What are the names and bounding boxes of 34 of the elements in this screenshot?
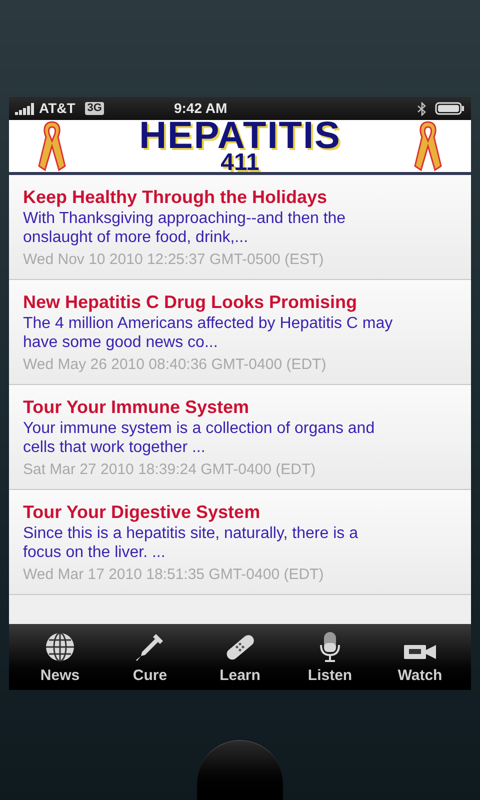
tab-button[interactable]: Watch	[380, 627, 460, 687]
tab-button[interactable]: Cure	[110, 627, 190, 687]
article-summary: The 4 million Americans affected by Hepatitis C may have some good news co...	[23, 314, 393, 352]
article-item[interactable]: New Hepatitis C Drug Looks Promising The 4 million Americans affected by Hepatitis C may have some good news co... Wed May 26 2010 08:40:36 GMT-0400 (EDT)	[9, 280, 471, 385]
signal-icon	[15, 102, 37, 114]
home-button[interactable]	[197, 740, 283, 800]
article-item[interactable]: Keep Healthy Through the Holidays With Thanksgiving approaching--and then the onslaught of more food, drink,... Wed Nov 10 2010 12:25:37 GMT-0500 (EST)	[9, 175, 471, 280]
article-date: Wed Nov 10 2010 12:25:37 GMT-0500 (EST)	[23, 250, 325, 270]
tab-button[interactable]: News	[20, 627, 100, 687]
article-title: Tour Your Immune System	[23, 397, 250, 417]
globe-icon	[44, 630, 76, 662]
tab-button[interactable]: Listen	[290, 627, 370, 687]
article-summary: Since this is a hepatitis site, naturally, there is a focus on the liver. ...	[23, 524, 359, 562]
app-title: HEPATITIS	[139, 119, 341, 153]
article-title: New Hepatitis C Drug Looks Promising	[23, 292, 358, 312]
battery-icon	[435, 102, 465, 115]
article-date: Wed Mar 17 2010 18:51:35 GMT-0400 (EDT)	[23, 565, 325, 585]
tab-button[interactable]: Learn	[200, 627, 280, 687]
ribbon-icon	[37, 120, 67, 172]
article-date: Sat Mar 27 2010 18:39:24 GMT-0400 (EDT)	[23, 460, 317, 480]
article-date: Wed May 26 2010 08:40:36 GMT-0400 (EDT)	[23, 355, 328, 375]
carrier-label: AT&T	[39, 99, 76, 118]
article-title: Keep Healthy Through the Holidays	[23, 187, 328, 207]
network-badge: 3G	[85, 102, 104, 115]
article-summary: Your immune system is a collection of organs and cells that work together ...	[23, 419, 376, 457]
app-subtitle: 411	[220, 153, 260, 173]
article-summary: With Thanksgiving approaching--and then the onslaught of more food, drink,...	[23, 209, 347, 247]
article-item[interactable]: Tour Your Immune System Your immune system is a collection of organs and cells that work together ... Sat Mar 27 2010 18:39:24 GMT-0400 (EDT)	[9, 385, 471, 490]
bluetooth-icon	[417, 102, 427, 116]
article-item[interactable]: Tour Your Digestive System Since this is a hepatitis site, naturally, there is a focus on the liver. ... Wed Mar 17 2010 18:51:35 GMT-0400 (EDT)	[9, 490, 471, 595]
article-title: Tour Your Digestive System	[23, 502, 262, 522]
time-label: 9:42 AM	[174, 99, 228, 118]
microphone-icon	[318, 630, 342, 662]
ribbon-icon	[412, 120, 443, 172]
